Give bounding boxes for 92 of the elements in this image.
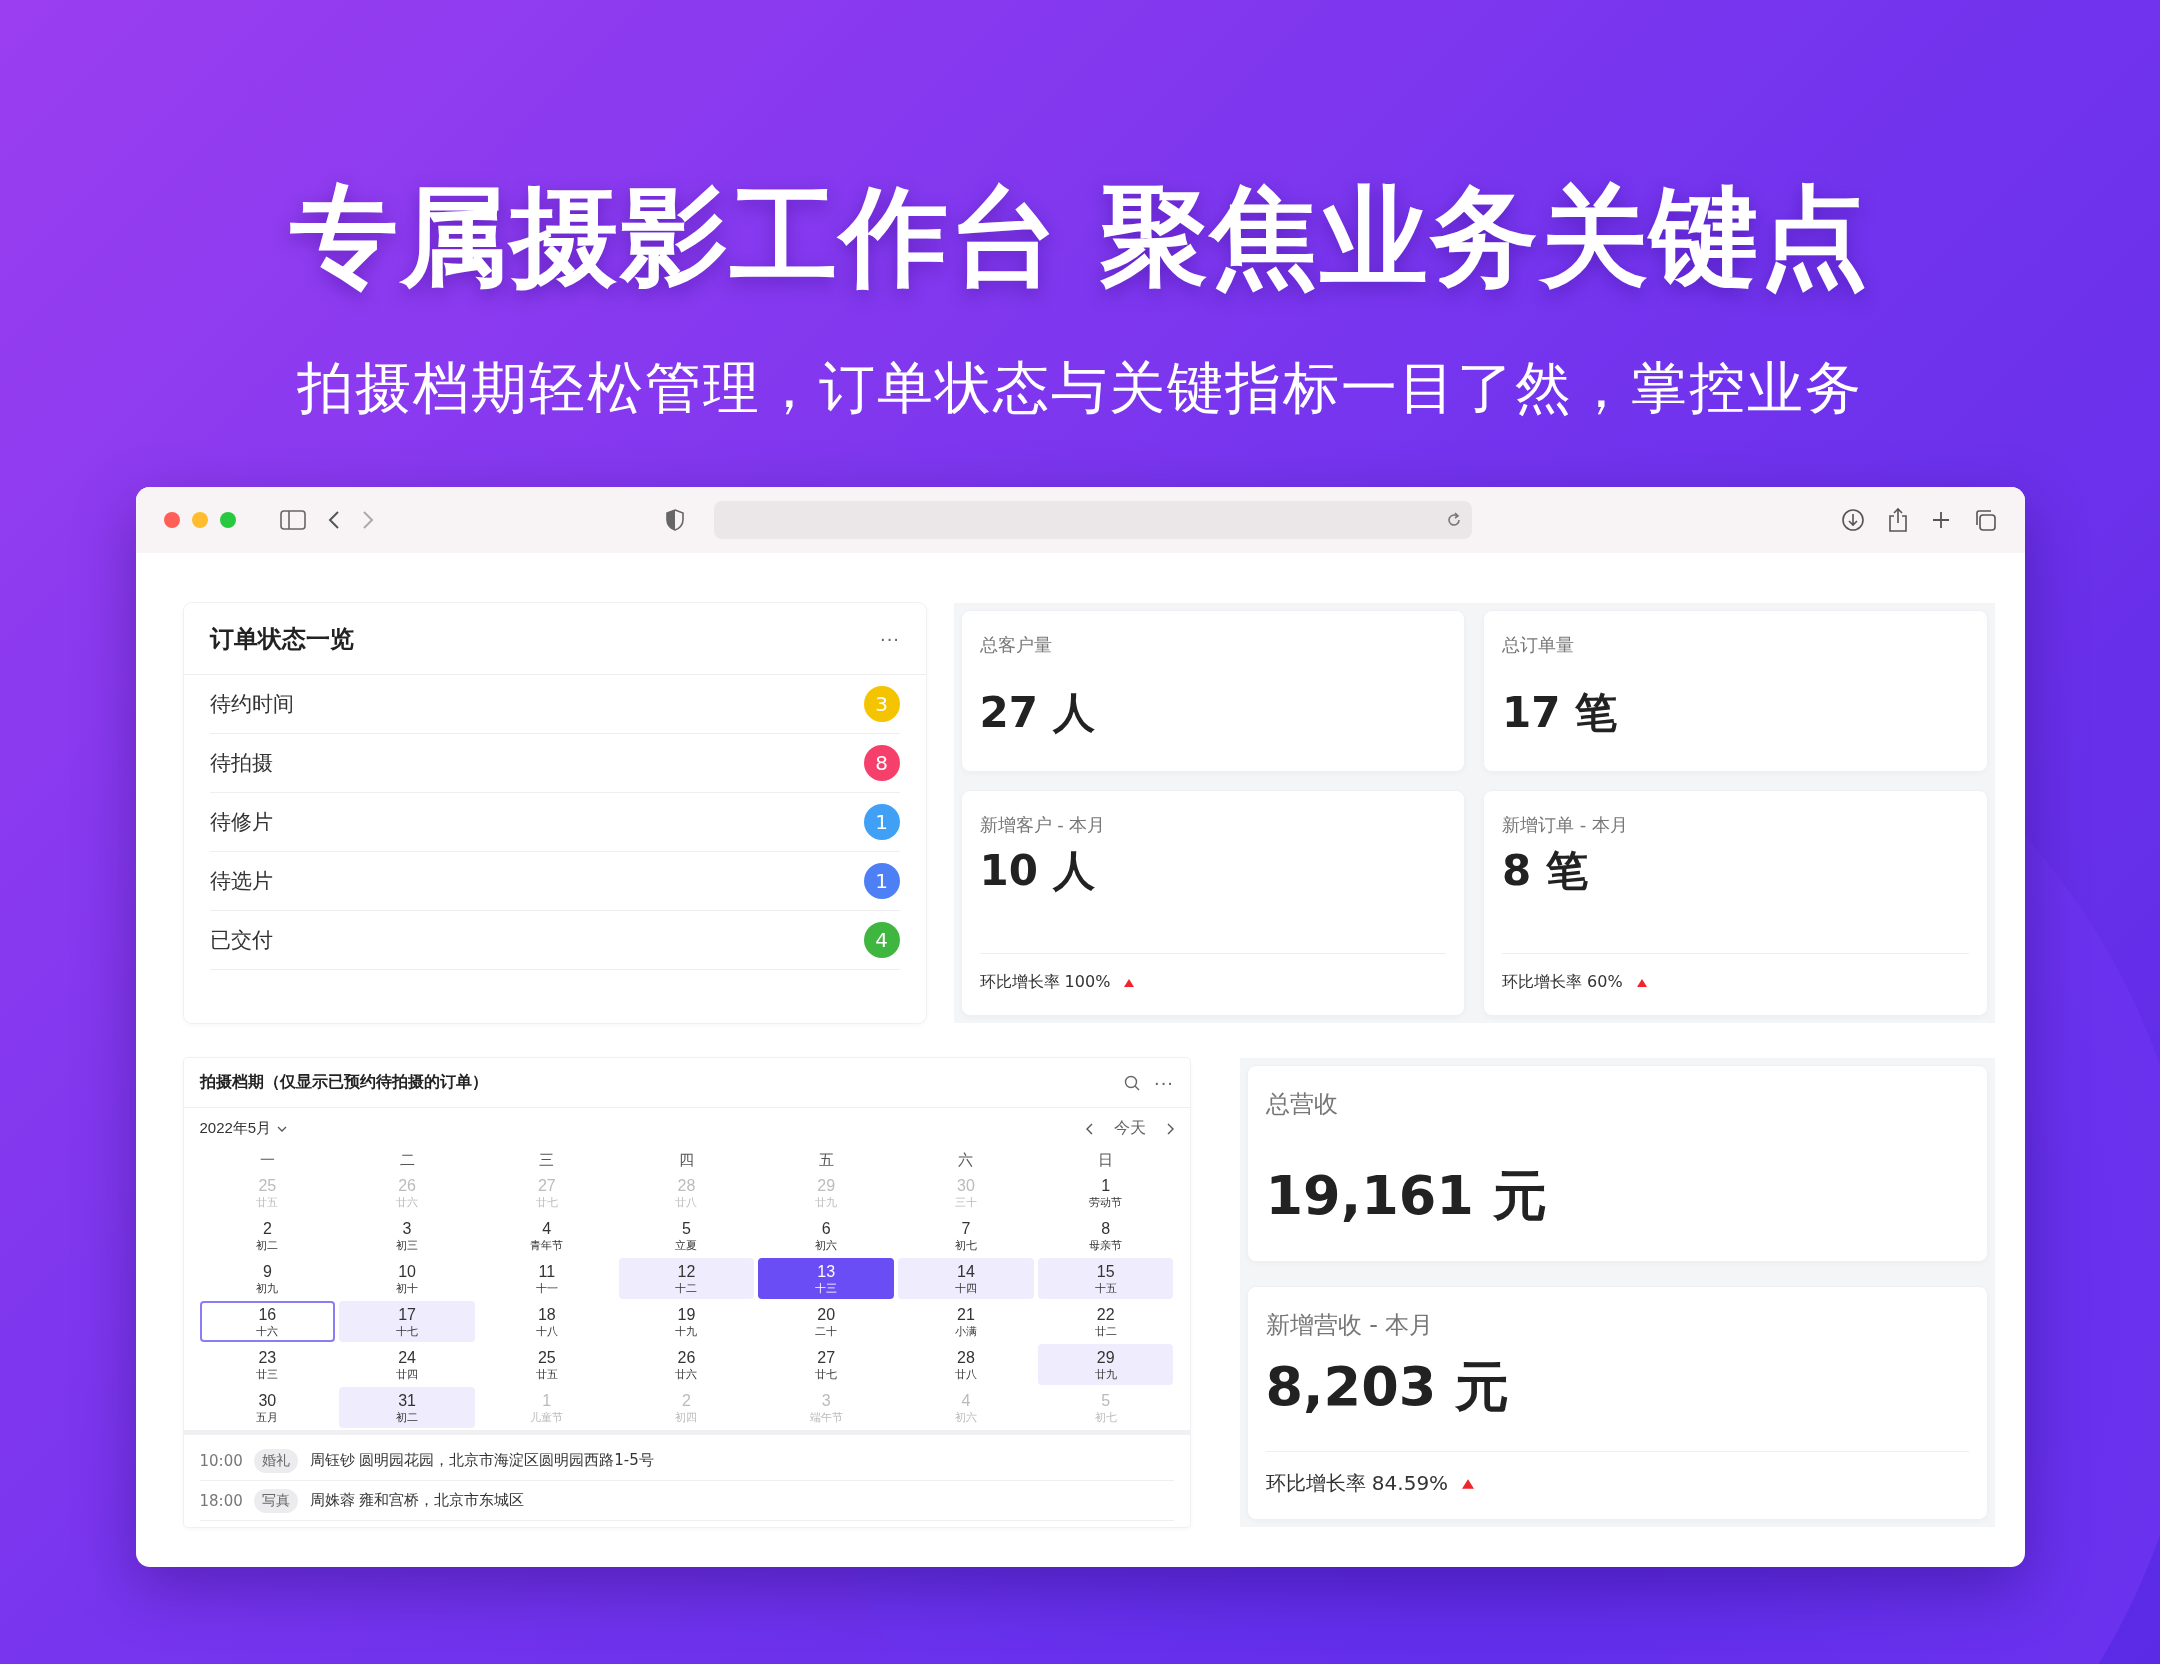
event-time: 10:00 bbox=[199, 1451, 242, 1470]
stat-value: 19,161 元 bbox=[1265, 1163, 1548, 1229]
weekday-label: 五 bbox=[817, 1151, 835, 1170]
up-arrow-icon bbox=[1124, 978, 1135, 987]
calendar-day[interactable]: 24 廿四 bbox=[339, 1344, 475, 1385]
event-tag: 写真 bbox=[253, 1488, 298, 1513]
plus-icon[interactable] bbox=[1930, 510, 1951, 530]
stat-label: 新增营收 - 本月 bbox=[1265, 1310, 1435, 1341]
more-button[interactable]: ··· bbox=[879, 627, 900, 650]
calendar-day[interactable]: 22 廿二 bbox=[1037, 1301, 1174, 1342]
calendar-day[interactable]: 15 十五 bbox=[1037, 1258, 1174, 1299]
calendar-day[interactable]: 5 立夏 bbox=[618, 1215, 755, 1256]
status-label: 待拍摄 bbox=[209, 750, 273, 777]
stat-label: 新增客户 - 本月 bbox=[979, 813, 1107, 837]
share-icon[interactable] bbox=[1886, 507, 1909, 533]
calendar-day[interactable]: 7 初七 bbox=[898, 1215, 1034, 1256]
count-badge: 8 bbox=[863, 745, 900, 781]
count-badge: 1 bbox=[863, 804, 900, 840]
calendar-day[interactable]: 23 廿三 bbox=[199, 1344, 336, 1385]
calendar-day[interactable]: 20 二十 bbox=[758, 1301, 895, 1342]
stat-value: 17 笔 bbox=[1502, 687, 1619, 739]
next-icon[interactable] bbox=[1165, 1122, 1174, 1135]
growth-text: 环比增长率 100% bbox=[979, 972, 1111, 993]
card-title: 拍摄档期（仅显示已预约待拍摄的订单） bbox=[199, 1072, 488, 1093]
calendar-day[interactable]: 17 十七 bbox=[339, 1301, 475, 1342]
download-icon[interactable] bbox=[1840, 508, 1865, 532]
previous-icon[interactable] bbox=[1085, 1122, 1094, 1135]
calendar-day[interactable]: 1 劳动节 bbox=[1037, 1172, 1174, 1213]
calendar-day[interactable]: 3 初三 bbox=[339, 1215, 475, 1256]
calendar-day[interactable]: 21 小满 bbox=[898, 1301, 1034, 1342]
back-icon[interactable] bbox=[327, 510, 340, 530]
status-label: 待选片 bbox=[209, 868, 273, 895]
card-title: 订单状态一览 bbox=[209, 623, 354, 655]
calendar-day[interactable]: 19 十九 bbox=[618, 1301, 755, 1342]
weekday-label: 一 bbox=[258, 1151, 276, 1170]
calendar-day[interactable]: 12 十二 bbox=[618, 1258, 755, 1299]
stat-value: 27 人 bbox=[979, 687, 1096, 739]
calendar-day[interactable]: 26 廿六 bbox=[618, 1344, 755, 1385]
month-picker[interactable]: 2022年5月 bbox=[199, 1119, 288, 1138]
headline: 专属摄影工作台 聚焦业务关键点 bbox=[290, 173, 1870, 301]
calendar-day[interactable]: 30 五月 bbox=[199, 1387, 336, 1428]
stat-value: 8 笔 bbox=[1502, 845, 1589, 897]
weekday-label: 日 bbox=[1097, 1151, 1115, 1170]
calendar-day[interactable]: 16 十六 bbox=[199, 1301, 336, 1342]
growth-text: 环比增长率 84.59% bbox=[1265, 1470, 1449, 1497]
status-label: 待修片 bbox=[209, 809, 273, 836]
search-icon[interactable] bbox=[1123, 1074, 1140, 1091]
event-text: 周钰钞 圆明园花园，北京市海淀区圆明园西路1-5号 bbox=[309, 1451, 654, 1470]
reload-icon[interactable] bbox=[1445, 511, 1462, 529]
event-tag: 婚礼 bbox=[253, 1448, 298, 1473]
calendar-day[interactable]: 6 初六 bbox=[758, 1215, 895, 1256]
stat-label: 总订单量 bbox=[1502, 633, 1575, 657]
up-arrow-icon bbox=[1636, 978, 1647, 987]
more-button[interactable]: ··· bbox=[1153, 1071, 1174, 1094]
shield-icon[interactable] bbox=[665, 509, 684, 531]
calendar-day[interactable]: 13 十三 bbox=[758, 1258, 895, 1299]
count-badge: 1 bbox=[863, 863, 900, 899]
sidebar-icon[interactable] bbox=[279, 510, 306, 530]
stat-label: 总客户量 bbox=[979, 633, 1053, 657]
calendar-day[interactable]: 4 青年节 bbox=[478, 1215, 615, 1256]
weekday-label: 六 bbox=[957, 1151, 975, 1170]
calendar-day[interactable]: 9 初九 bbox=[199, 1258, 336, 1299]
today-button[interactable]: 今天 bbox=[1107, 1118, 1152, 1139]
calendar-day[interactable]: 2 初二 bbox=[199, 1215, 336, 1256]
status-label: 待约时间 bbox=[209, 691, 294, 718]
calendar-day[interactable]: 18 十八 bbox=[478, 1301, 615, 1342]
window-controls-icon bbox=[163, 512, 236, 528]
chevron-down-icon bbox=[277, 1125, 288, 1132]
calendar-day[interactable]: 11 十一 bbox=[478, 1258, 615, 1299]
count-badge: 4 bbox=[863, 922, 900, 958]
calendar-day[interactable]: 8 母亲节 bbox=[1037, 1215, 1174, 1256]
count-badge: 3 bbox=[863, 686, 900, 722]
calendar-day[interactable]: 25 廿五 bbox=[478, 1344, 615, 1385]
weekday-label: 二 bbox=[398, 1151, 416, 1170]
calendar-day[interactable]: 29 廿九 bbox=[1037, 1344, 1174, 1385]
stat-label: 新增订单 - 本月 bbox=[1502, 813, 1629, 837]
weekday-label: 四 bbox=[678, 1151, 695, 1170]
stat-label: 总营收 bbox=[1265, 1089, 1339, 1120]
calendar-day[interactable]: 14 十四 bbox=[898, 1258, 1034, 1299]
event-text: 周姝蓉 雍和宫桥，北京市东城区 bbox=[309, 1491, 525, 1510]
calendar-day[interactable]: 27 廿七 bbox=[758, 1344, 895, 1385]
event-time: 18:00 bbox=[199, 1491, 242, 1510]
weekday-label: 三 bbox=[538, 1151, 556, 1170]
stat-value: 10 人 bbox=[979, 845, 1096, 897]
up-arrow-icon bbox=[1462, 1478, 1475, 1489]
calendar-day[interactable]: 31 初二 bbox=[339, 1387, 475, 1428]
calendar-day[interactable]: 28 廿八 bbox=[898, 1344, 1034, 1385]
status-label: 已交付 bbox=[209, 927, 273, 954]
calendar-day[interactable]: 10 初十 bbox=[339, 1258, 475, 1299]
growth-text: 环比增长率 60% bbox=[1502, 972, 1623, 993]
stat-value: 8,203 元 bbox=[1265, 1354, 1511, 1420]
subheadline: 拍摄档期轻松管理，订单状态与关键指标一目了然，掌控业务 bbox=[297, 354, 1863, 422]
